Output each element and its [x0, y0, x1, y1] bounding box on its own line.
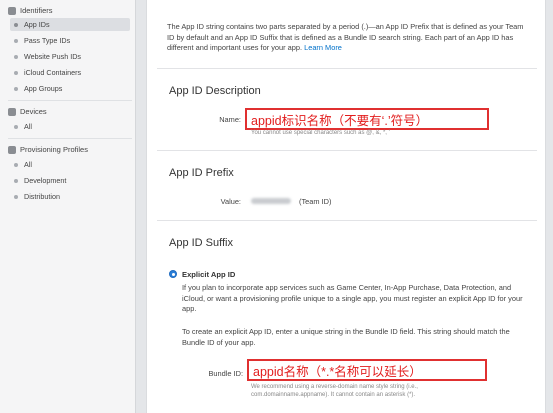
sidebar-item-label: Pass Type IDs [24, 36, 71, 45]
bullet-icon [14, 54, 18, 59]
sidebar-item-label: All [24, 122, 32, 131]
sidebar-item-label: Distribution [24, 192, 60, 201]
divider [157, 68, 537, 69]
intro-body: The App ID string contains two parts sep… [167, 22, 524, 52]
explicit-description: If you plan to incorporate app services … [182, 283, 523, 313]
prefix-title: App ID Prefix [169, 167, 234, 179]
profiles-header: Provisioning Profiles [8, 145, 88, 154]
sidebar-item-label: Development [24, 176, 67, 185]
sidebar-item-app-ids[interactable]: App IDs [10, 18, 130, 31]
main-panel: The App ID string contains two parts sep… [146, 0, 546, 413]
profiles-icon [8, 145, 16, 154]
sidebar-item-label: App IDs [24, 20, 50, 29]
explicit-label: Explicit App ID [182, 270, 236, 279]
devices-icon [8, 107, 16, 116]
bundle-id-annotation: appid名称（*.*名称可以延长） [247, 359, 487, 381]
description-title: App ID Description [169, 85, 261, 97]
sidebar-item-development[interactable]: Development [0, 174, 130, 187]
bullet-icon [14, 162, 18, 167]
divider [157, 220, 537, 221]
bullet-icon [14, 70, 18, 75]
bullet-icon [14, 194, 18, 199]
explicit-radio[interactable] [169, 270, 177, 278]
bundle-id-label: Bundle ID: [208, 369, 243, 378]
devices-title: Devices [20, 107, 47, 116]
sidebar-item-label: Website Push IDs [24, 52, 81, 61]
sidebar-item-profiles-all[interactable]: All [0, 158, 130, 171]
sidebar-item-distribution[interactable]: Distribution [0, 190, 130, 203]
sidebar-item-website-push-ids[interactable]: Website Push IDs [0, 50, 130, 63]
learn-more-link[interactable]: Learn More [304, 43, 342, 52]
devices-header: Devices [8, 107, 47, 116]
bundle-id-hint: We recommend using a reverse-domain name… [251, 384, 418, 398]
sidebar-item-icloud-containers[interactable]: iCloud Containers [0, 66, 130, 79]
sidebar: Identifiers App IDs Pass Type IDs Websit… [0, 0, 136, 413]
team-id-label: (Team ID) [299, 197, 332, 206]
bullet-icon [14, 38, 18, 43]
sidebar-item-label: App Groups [24, 84, 63, 93]
name-hint: You cannot use special characters such a… [251, 130, 390, 136]
divider [8, 100, 132, 101]
explicit-instructions: To create an explicit App ID, enter a un… [182, 327, 510, 347]
identifiers-icon [8, 6, 16, 15]
divider [157, 150, 537, 151]
sidebar-item-app-groups[interactable]: App Groups [0, 82, 130, 95]
sidebar-item-pass-type-ids[interactable]: Pass Type IDs [0, 34, 130, 47]
bullet-icon [14, 86, 18, 91]
name-label: Name: [219, 115, 241, 124]
bullet-icon [14, 178, 18, 183]
identifiers-title: Identifiers [20, 6, 53, 15]
intro-text: The App ID string contains two parts sep… [167, 22, 527, 54]
sidebar-item-label: iCloud Containers [24, 68, 82, 77]
divider [8, 138, 132, 139]
sidebar-item-devices-all[interactable]: All [0, 120, 130, 133]
suffix-title: App ID Suffix [169, 237, 233, 249]
bullet-icon [14, 124, 18, 129]
sidebar-item-label: All [24, 160, 32, 169]
profiles-title: Provisioning Profiles [20, 145, 88, 154]
value-label: Value: [220, 197, 241, 206]
identifiers-header: Identifiers [8, 6, 53, 15]
name-annotation: appid标识名称（不要有‘.’符号） [245, 108, 489, 130]
bullet-icon [14, 22, 18, 27]
team-id-redacted [251, 198, 291, 204]
